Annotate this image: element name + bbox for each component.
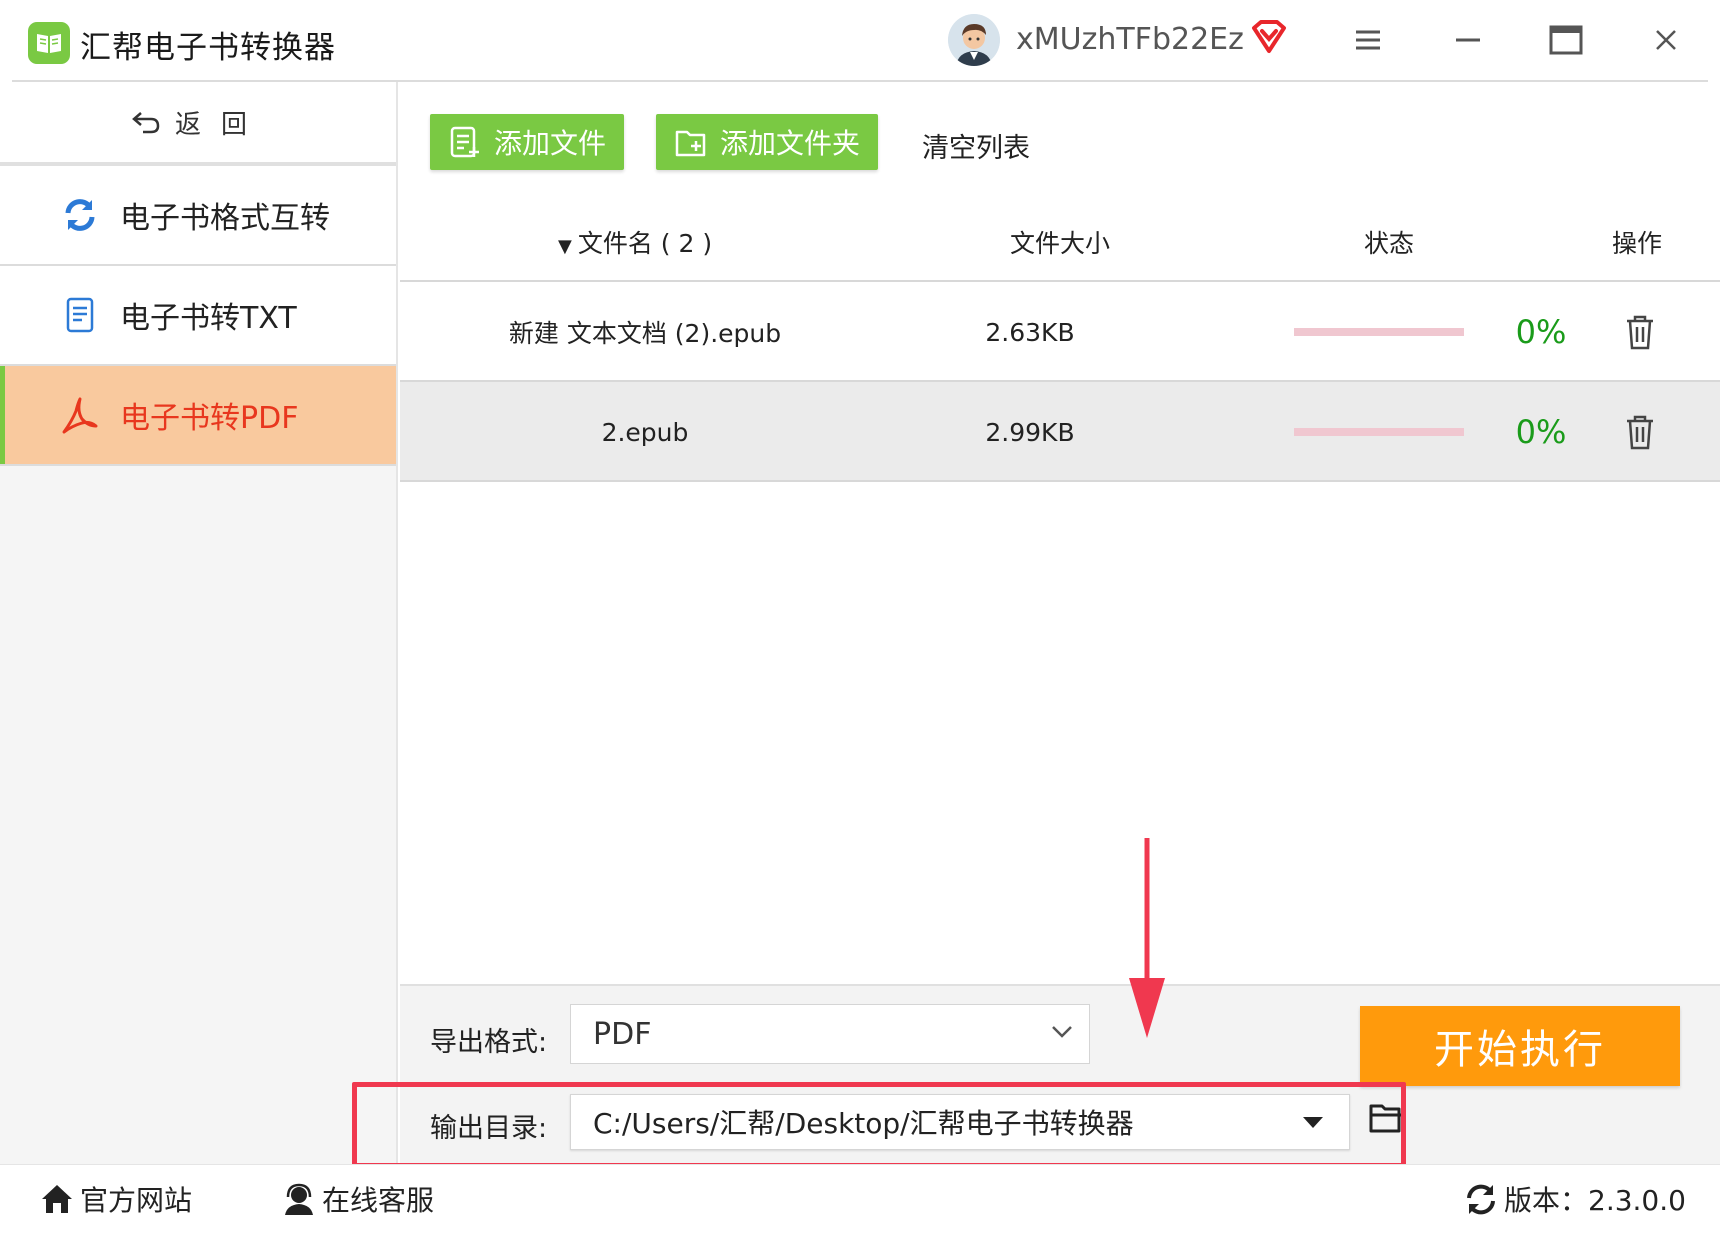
- row-divider: [400, 480, 1720, 482]
- add-file-icon: [450, 126, 479, 158]
- add-folder-label: 添加文件夹: [720, 127, 861, 160]
- headset-icon: [285, 1183, 313, 1215]
- divider: [0, 464, 398, 466]
- app-logo-icon: [28, 22, 70, 64]
- sidebar-item-label: 电子书转PDF: [120, 401, 299, 436]
- version-info[interactable]: 版本：2.3.0.0: [1464, 1179, 1686, 1219]
- home-icon: [42, 1185, 72, 1213]
- export-format-select[interactable]: PDF: [570, 1004, 1090, 1064]
- pdf-icon: [60, 395, 100, 435]
- progress-bar: [1294, 428, 1464, 436]
- file-name: 2.epub: [601, 417, 689, 447]
- output-dir-select[interactable]: C:/Users/汇帮/Desktop/汇帮电子书转换器: [570, 1094, 1350, 1150]
- maximize-icon[interactable]: [1546, 20, 1586, 60]
- file-name: 新建 文本文档 (2).epub: [508, 319, 782, 348]
- export-format-value: PDF: [593, 1016, 652, 1052]
- add-folder-icon: [675, 130, 706, 157]
- file-size: 2.63KB: [985, 317, 1075, 347]
- clear-list-button[interactable]: 清空列表: [922, 126, 1030, 165]
- sidebar-item-format-convert[interactable]: 电子书格式互转: [0, 166, 398, 264]
- sidebar-item-to-txt[interactable]: 电子书转TXT: [0, 266, 398, 364]
- column-header-action: 操作: [1612, 229, 1663, 258]
- refresh-icon: [60, 195, 100, 235]
- delete-icon[interactable]: [1622, 312, 1658, 352]
- website-link[interactable]: 官方网站: [40, 1179, 192, 1219]
- progress-percent: 0%: [1515, 413, 1567, 451]
- support-label: 在线客服: [322, 1184, 435, 1217]
- back-label: 返回: [174, 109, 267, 140]
- vip-diamond-icon[interactable]: [1250, 18, 1288, 56]
- column-header-name-label: 文件名 ( 2 ): [577, 229, 713, 258]
- export-format-label: 导出格式:: [430, 1027, 548, 1058]
- progress-bar: [1294, 328, 1464, 336]
- delete-icon[interactable]: [1622, 412, 1658, 452]
- start-button[interactable]: 开始执行: [1360, 1006, 1680, 1086]
- website-label: 官方网站: [80, 1184, 193, 1217]
- output-dir-label: 输出目录:: [430, 1113, 548, 1144]
- active-indicator: [0, 366, 5, 464]
- progress-percent: 0%: [1515, 313, 1567, 351]
- table-row[interactable]: 新建 文本文档 (2).epub 2.63KB 0%: [400, 282, 1720, 382]
- output-dir-value: C:/Users/汇帮/Desktop/汇帮电子书转换器: [593, 1107, 1134, 1140]
- browse-folder-icon[interactable]: [1368, 1100, 1404, 1136]
- document-icon: [60, 295, 100, 335]
- add-file-label: 添加文件: [494, 127, 607, 160]
- title-bar: 汇帮电子书转换器 xMUzhTFb22Ez: [0, 0, 1720, 82]
- table-row[interactable]: 2.epub 2.99KB 0%: [400, 382, 1720, 482]
- version-label: 版本：2.3.0.0: [1504, 1184, 1686, 1217]
- close-icon[interactable]: [1646, 20, 1686, 60]
- sidebar-item-label: 电子书转TXT: [120, 301, 297, 336]
- app-title: 汇帮电子书转换器: [80, 30, 336, 66]
- status-bar: 官方网站 在线客服 版本：2.3.0.0: [0, 1164, 1720, 1234]
- update-icon: [1467, 1184, 1495, 1215]
- column-header-name[interactable]: ▼ 文件名 ( 2 ): [558, 224, 712, 260]
- username[interactable]: xMUzhTFb22Ez: [1016, 22, 1244, 57]
- add-file-button[interactable]: 添加文件: [430, 114, 624, 170]
- sidebar: 返回 电子书格式互转 电子书转TXT 电子书转PDF: [0, 82, 398, 1164]
- main-panel: 添加文件 添加文件夹 清空列表 ▼ 文件名 ( 2 ) 文件大小 状态 操作 新建…: [400, 82, 1720, 984]
- back-arrow-icon: [132, 112, 160, 134]
- sidebar-item-to-pdf[interactable]: 电子书转PDF: [0, 366, 398, 464]
- settings-panel: 导出格式: PDF 输出目录: C:/Users/汇帮/Desktop/汇帮电子…: [400, 984, 1720, 1164]
- minimize-icon[interactable]: [1448, 20, 1488, 60]
- sidebar-border: [396, 82, 398, 1164]
- menu-icon[interactable]: [1348, 20, 1388, 60]
- user-avatar[interactable]: [948, 14, 1000, 66]
- add-folder-button[interactable]: 添加文件夹: [656, 114, 878, 170]
- column-header-status: 状态: [1364, 229, 1415, 258]
- sort-down-icon: ▼: [558, 236, 572, 257]
- back-button[interactable]: 返回: [0, 82, 398, 162]
- file-size: 2.99KB: [985, 417, 1075, 447]
- sidebar-item-label: 电子书格式互转: [120, 201, 330, 236]
- arrow-down-icon: [1126, 838, 1168, 1038]
- caret-down-icon: [1303, 1117, 1323, 1128]
- support-link[interactable]: 在线客服: [282, 1179, 434, 1219]
- column-header-size: 文件大小: [1010, 229, 1111, 258]
- chevron-down-icon: [1052, 1026, 1072, 1038]
